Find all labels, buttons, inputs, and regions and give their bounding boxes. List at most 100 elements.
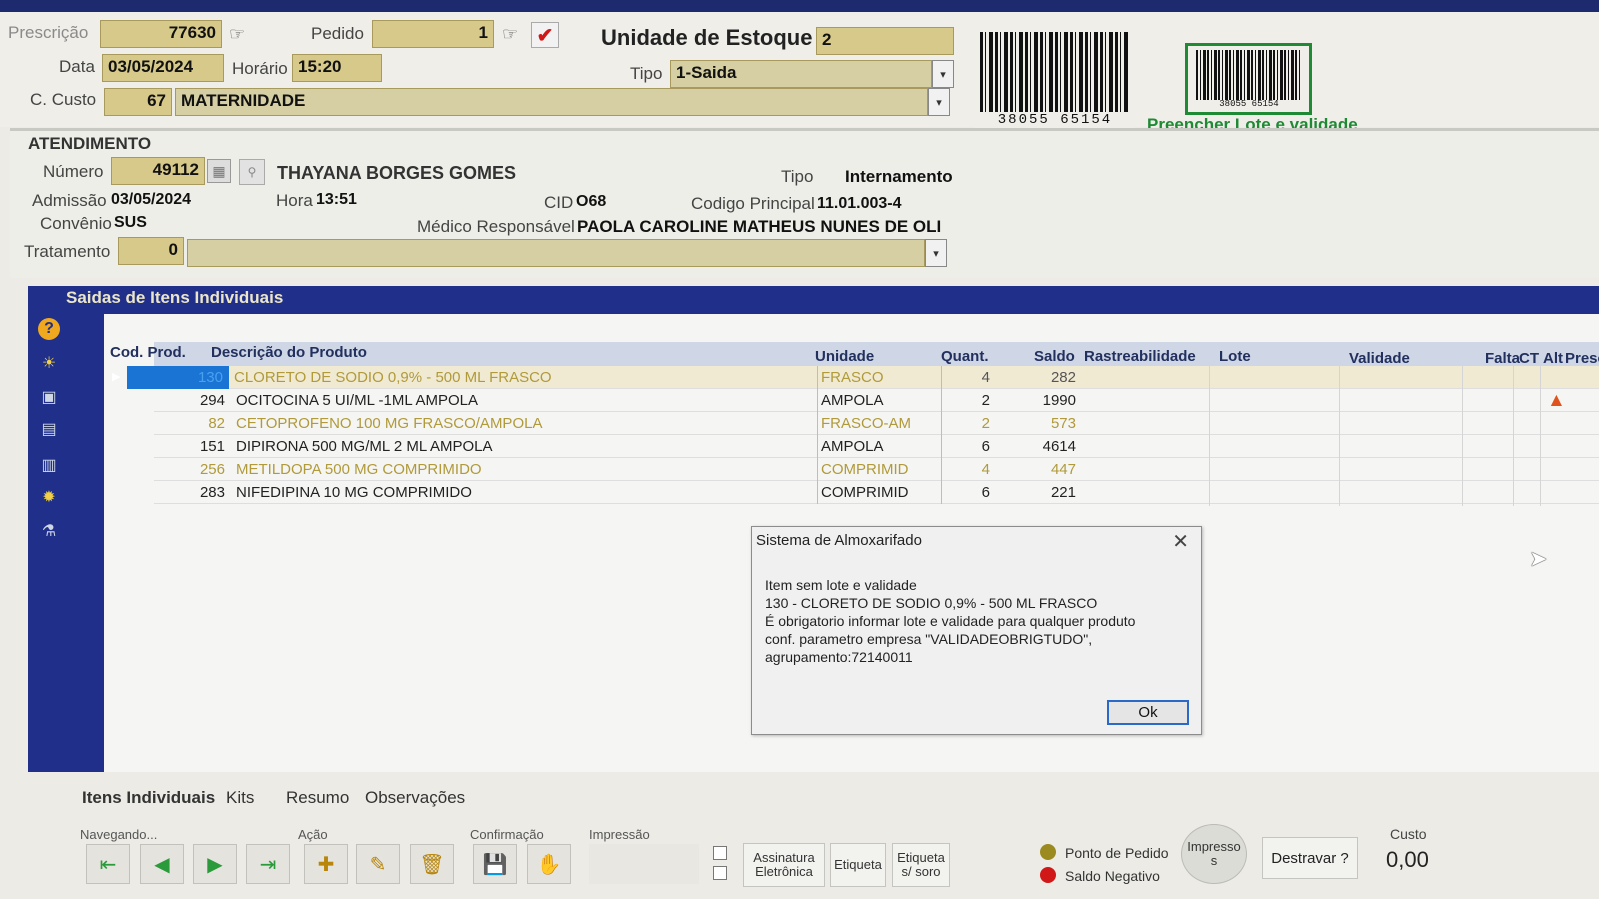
clipboard-icon[interactable]: ▤ (38, 418, 60, 440)
unidade-estoque-field[interactable]: 2 (816, 27, 954, 55)
numero-label: Número (43, 162, 104, 181)
confirm-check-icon[interactable]: ✔ (531, 22, 559, 48)
col-ct[interactable]: CT (1519, 350, 1539, 367)
dialog-message-line: 130 - CLORETO DE SODIO 0,9% - 500 ML FRA… (765, 595, 1098, 611)
custo-label: Custo (1390, 826, 1427, 842)
cancel-hand-icon[interactable]: ✋ (527, 844, 571, 884)
medico-value: PAOLA CAROLINE MATHEUS NUNES DE OLI (577, 217, 942, 236)
tipo-label: Tipo (630, 64, 663, 83)
dialog-message-line: Item sem lote e validade (765, 577, 917, 593)
pedido-field[interactable]: 1 (372, 20, 494, 48)
next-record-icon[interactable]: ▶ (193, 844, 237, 884)
data-label: Data (59, 57, 95, 76)
tratamento-label: Tratamento (24, 242, 111, 261)
ccusto-label: C. Custo (30, 90, 97, 109)
chevron-down-icon[interactable]: ▾ (928, 88, 950, 116)
patient-name: THAYANA BORGES GOMES (277, 163, 517, 183)
horario-field[interactable]: 15:20 (292, 54, 382, 82)
col-validade[interactable]: Validade (1349, 350, 1410, 367)
add-item-icon[interactable]: ✚ (304, 844, 348, 884)
group-acao-label: Ação (298, 827, 328, 842)
col-quant[interactable]: Quant. (941, 348, 989, 365)
delete-basket-icon[interactable]: 🗑 (410, 844, 454, 884)
tab-kits[interactable]: Kits (226, 788, 254, 808)
assinatura-eletronica-button[interactable]: Assinatura Eletrônica (743, 843, 825, 887)
warning-triangle-icon[interactable]: ▲ (1547, 390, 1566, 412)
lote-barcode-button[interactable]: 38055 65154 (1185, 43, 1312, 115)
ok-button[interactable]: Ok (1107, 700, 1189, 725)
tab-observacoes[interactable]: Observações (365, 788, 465, 808)
pointer-hand-icon[interactable]: ☞ (229, 24, 245, 45)
group-impressao-label: Impressão (589, 827, 650, 842)
col-rastreabilidade[interactable]: Rastreabilidade (1084, 348, 1196, 365)
impressos-button[interactable]: Impresso s (1181, 824, 1247, 884)
hora-label: Hora (276, 191, 313, 210)
sun-icon[interactable]: ☀ (38, 352, 60, 374)
flask-icon[interactable]: ⚗ (38, 520, 60, 542)
prescricao-field[interactable]: 77630 (100, 20, 222, 48)
custo-value: 0,00 (1386, 847, 1429, 872)
col-unidade[interactable]: Unidade (815, 348, 874, 365)
col-falta[interactable]: Falta (1485, 350, 1520, 367)
pedido-label: Pedido (311, 24, 364, 43)
row-quant: 2 (981, 415, 990, 432)
close-icon[interactable]: ✕ (1172, 529, 1189, 554)
ccusto-name-select[interactable]: MATERNIDADE (175, 88, 928, 116)
last-record-icon[interactable]: ⇥ (246, 844, 290, 884)
panel-title: Saidas de Itens Individuais (28, 286, 1599, 314)
trash-icon[interactable]: ▥ (38, 454, 60, 476)
search-binoculars-icon[interactable]: ⚲ (239, 159, 265, 185)
tratamento-select[interactable] (187, 239, 925, 267)
help-icon[interactable]: ? (38, 318, 60, 340)
convenio-label: Convênio (40, 214, 112, 233)
impressao-checkbox-1[interactable] (713, 846, 727, 860)
data-field[interactable]: 03/05/2024 (102, 54, 224, 82)
tratamento-field[interactable]: 0 (118, 237, 184, 265)
etiqueta-soro-button[interactable]: Etiqueta s/ soro (892, 843, 950, 887)
save-disk-icon[interactable]: 💾 (473, 844, 517, 884)
row-saldo: 447 (1050, 461, 1076, 478)
gear-icon[interactable]: ✹ (38, 486, 60, 508)
col-saldo[interactable]: Saldo (1034, 348, 1075, 365)
row-desc: CLORETO DE SODIO 0,9% - 500 ML FRASCO (234, 369, 552, 386)
col-cod[interactable]: Cod. Prod. (110, 344, 186, 361)
save-disk-icon[interactable]: ▣ (38, 386, 60, 408)
ccusto-code-field[interactable]: 67 (104, 88, 172, 116)
impressao-checkbox-2[interactable] (713, 866, 727, 880)
etiqueta-button[interactable]: Etiqueta (830, 843, 886, 887)
cid-label: CID (544, 193, 574, 212)
codigo-principal-value: 11.01.003-4 (817, 195, 902, 212)
atend-tipo-value: Internamento (845, 167, 953, 186)
numero-field[interactable]: 49112 (111, 157, 205, 185)
col-descricao[interactable]: Descrição do Produto (211, 344, 367, 361)
chevron-down-icon[interactable]: ▾ (932, 60, 954, 88)
previous-record-icon[interactable]: ◀ (140, 844, 184, 884)
table-row[interactable]: 256 METILDOPA 500 MG COMPRIMIDO COMPRIMI… (154, 458, 1599, 481)
table-row[interactable]: 294 OCITOCINA 5 UI/ML -1ML AMPOLA AMPOLA… (154, 389, 1599, 412)
first-record-icon[interactable]: ⇤ (86, 844, 130, 884)
atendimento-title: ATENDIMENTO (28, 134, 152, 153)
edit-pencil-icon[interactable]: ✎ (356, 844, 400, 884)
col-prescrit[interactable]: Prescrit (1565, 350, 1599, 367)
row-desc: CETOPROFENO 100 MG FRASCO/AMPOLA (236, 415, 543, 432)
calendar-icon[interactable]: ▦ (207, 159, 231, 183)
table-row[interactable]: ▶ 130 CLORETO DE SODIO 0,9% - 500 ML FRA… (112, 366, 1599, 389)
admissao-label: Admissão (32, 191, 107, 210)
chevron-down-icon[interactable]: ▾ (925, 239, 947, 267)
ponto-pedido-legend: Ponto de Pedido (1065, 845, 1169, 861)
col-alt[interactable]: Alt (1543, 350, 1563, 367)
row-quant: 2 (981, 392, 990, 409)
impressao-area (589, 844, 699, 884)
col-lote[interactable]: Lote (1219, 348, 1251, 365)
row-quant: 4 (981, 369, 990, 386)
column-divider (1209, 366, 1210, 506)
tab-resumo[interactable]: Resumo (286, 788, 349, 808)
table-row[interactable]: 151 DIPIRONA 500 MG/ML 2 ML AMPOLA AMPOL… (154, 435, 1599, 458)
tab-itens-individuais[interactable]: Itens Individuais (82, 788, 215, 808)
table-row[interactable]: 283 NIFEDIPINA 10 MG COMPRIMIDO COMPRIMI… (154, 481, 1599, 504)
pointer-hand-icon[interactable]: ☞ (502, 24, 518, 45)
table-row[interactable]: 82 CETOPROFENO 100 MG FRASCO/AMPOLA FRAS… (154, 412, 1599, 435)
destravar-button[interactable]: Destravar ? (1262, 837, 1358, 879)
ponto-pedido-legend-dot (1040, 844, 1056, 860)
tipo-select[interactable]: 1-Saida (670, 60, 932, 88)
